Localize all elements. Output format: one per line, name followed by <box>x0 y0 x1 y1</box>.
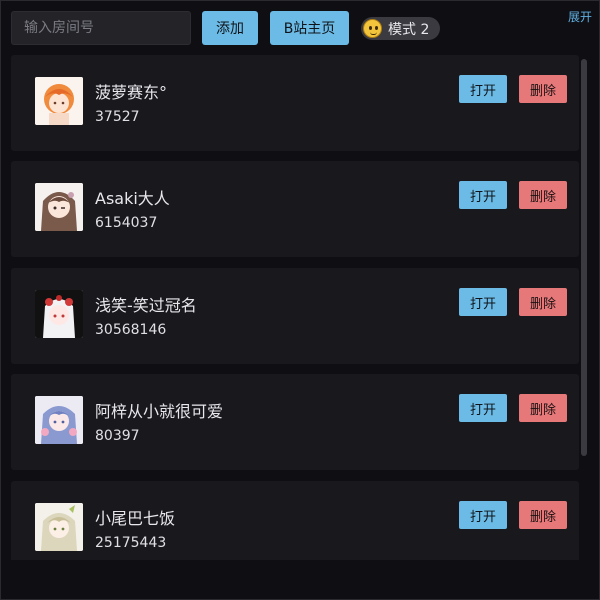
room-id: 6154037 <box>95 215 158 231</box>
emoji-face-icon <box>363 19 382 38</box>
bilibili-home-button[interactable]: B站主页 <box>270 11 349 45</box>
room-card: 菠萝赛东° 37527 打开 删除 <box>11 55 579 151</box>
room-id: 30568146 <box>95 322 167 338</box>
room-card: 小尾巴七饭 25175443 打开 删除 <box>11 481 579 560</box>
delete-room-button[interactable]: 删除 <box>519 288 567 316</box>
avatar <box>35 183 83 231</box>
streamer-name: 阿梓从小就很可爱 <box>95 402 224 421</box>
room-id: 25175443 <box>95 535 167 551</box>
avatar <box>35 503 83 551</box>
mode-toggle[interactable]: 模式 2 <box>361 17 440 40</box>
room-card: Asaki大人 6154037 打开 删除 <box>11 161 579 257</box>
delete-room-button[interactable]: 删除 <box>519 501 567 529</box>
open-room-button[interactable]: 打开 <box>459 288 507 316</box>
streamer-name: 菠萝赛东° <box>95 83 168 102</box>
add-button[interactable]: 添加 <box>202 11 258 45</box>
room-card: 阿梓从小就很可爱 80397 打开 删除 <box>11 374 579 470</box>
avatar <box>35 77 83 125</box>
room-card: 浅笑-笑过冠名 30568146 打开 删除 <box>11 268 579 364</box>
avatar <box>35 290 83 338</box>
streamer-name: 浅笑-笑过冠名 <box>95 296 197 315</box>
room-number-input[interactable] <box>11 11 191 45</box>
delete-room-button[interactable]: 删除 <box>519 181 567 209</box>
open-room-button[interactable]: 打开 <box>459 181 507 209</box>
scrollbar[interactable] <box>581 59 587 456</box>
room-list[interactable]: 菠萝赛东° 37527 打开 删除 Asaki大人 6154037 打开 删除 <box>11 55 591 560</box>
delete-room-button[interactable]: 删除 <box>519 75 567 103</box>
avatar <box>35 396 83 444</box>
streamer-name: Asaki大人 <box>95 189 170 208</box>
open-room-button[interactable]: 打开 <box>459 394 507 422</box>
mode-label: 模式 2 <box>388 21 430 38</box>
room-id: 37527 <box>95 109 140 125</box>
streamer-name: 小尾巴七饭 <box>95 509 176 528</box>
toolbar: 添加 B站主页 模式 2 展开 <box>1 1 600 53</box>
delete-room-button[interactable]: 删除 <box>519 394 567 422</box>
open-room-button[interactable]: 打开 <box>459 75 507 103</box>
app-window: 添加 B站主页 模式 2 展开 菠萝赛东° 3752 <box>0 0 600 600</box>
room-id: 80397 <box>95 428 140 444</box>
open-room-button[interactable]: 打开 <box>459 501 507 529</box>
expand-link[interactable]: 展开 <box>568 8 592 25</box>
